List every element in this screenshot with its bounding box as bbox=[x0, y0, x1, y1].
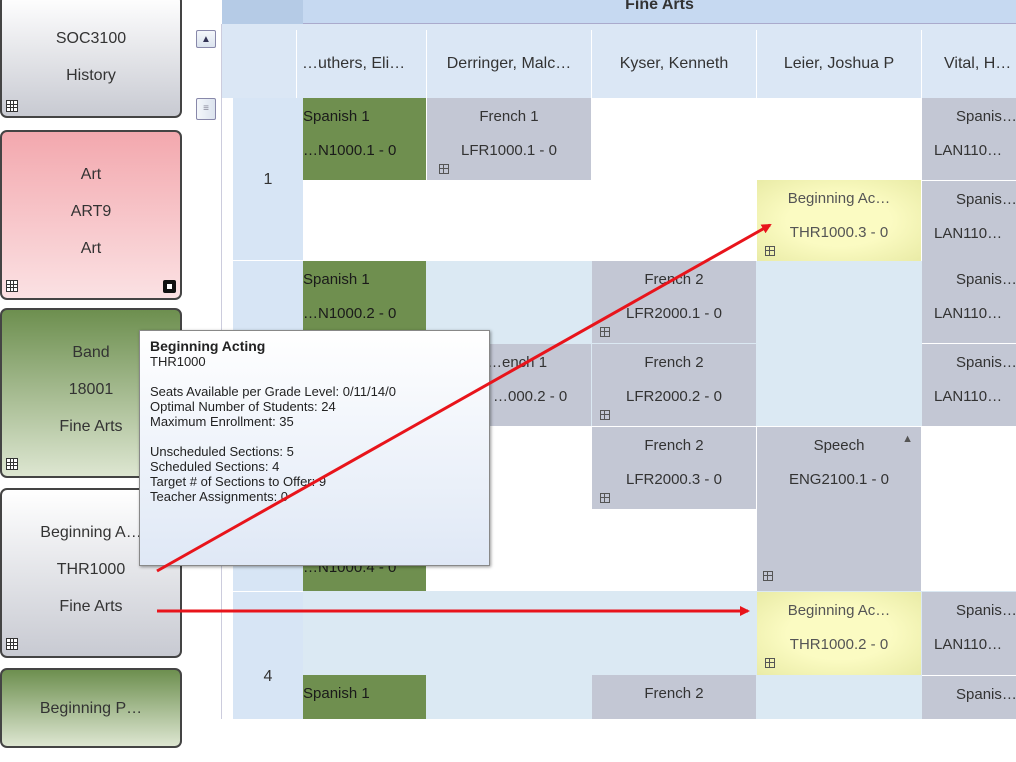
arrow-to-period-1-section bbox=[156, 223, 772, 573]
annotation-arrows bbox=[156, 223, 772, 616]
